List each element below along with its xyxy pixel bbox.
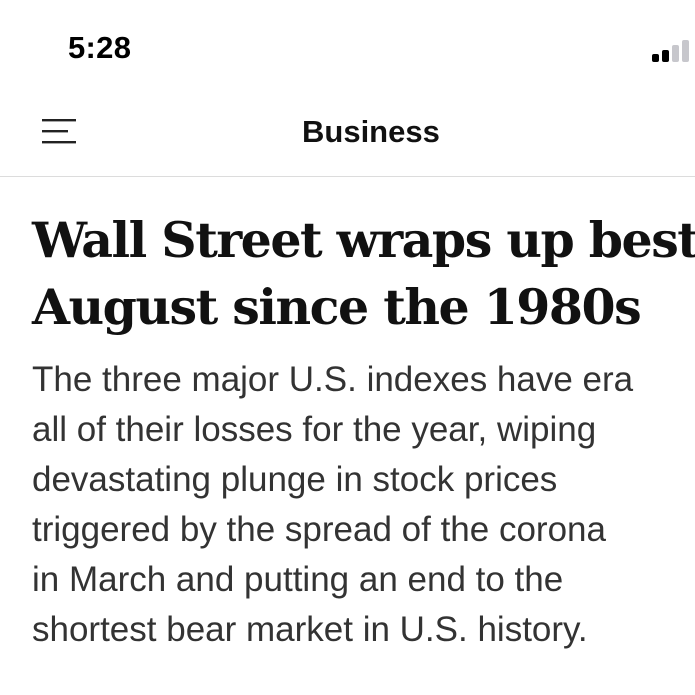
summary-line: all of their losses for the year, wiping	[32, 410, 597, 449]
signal-bar-2	[662, 50, 669, 62]
summary-line: triggered by the spread of the corona	[32, 510, 606, 549]
summary-line: devastating plunge in stock prices	[32, 460, 558, 499]
headline-line: August since the 1980s	[32, 278, 642, 336]
phone-screen: 5:28 Business Wall Street wraps up best …	[0, 0, 695, 695]
signal-bar-3	[672, 45, 679, 62]
status-time: 5:28	[68, 30, 132, 65]
section-title[interactable]: Business	[93, 114, 602, 150]
status-bar: 5:28	[0, 0, 695, 100]
cellular-signal-icon	[652, 38, 695, 62]
section-header: Business	[0, 100, 695, 177]
headline-line: Wall Street wraps up best	[32, 211, 695, 269]
summary-line: shortest bear market in U.S. history.	[32, 610, 588, 649]
article-preview[interactable]: Wall Street wraps up best August since t…	[32, 207, 695, 655]
signal-bar-1	[652, 54, 659, 62]
summary-line: in March and putting an end to the	[32, 560, 564, 599]
article-summary: The three major U.S. indexes have era al…	[32, 355, 695, 655]
signal-bar-4	[682, 40, 689, 62]
section-title-container: Business	[0, 114, 695, 150]
summary-line: The three major U.S. indexes have era	[32, 360, 634, 399]
article-headline[interactable]: Wall Street wraps up best August since t…	[32, 207, 695, 341]
